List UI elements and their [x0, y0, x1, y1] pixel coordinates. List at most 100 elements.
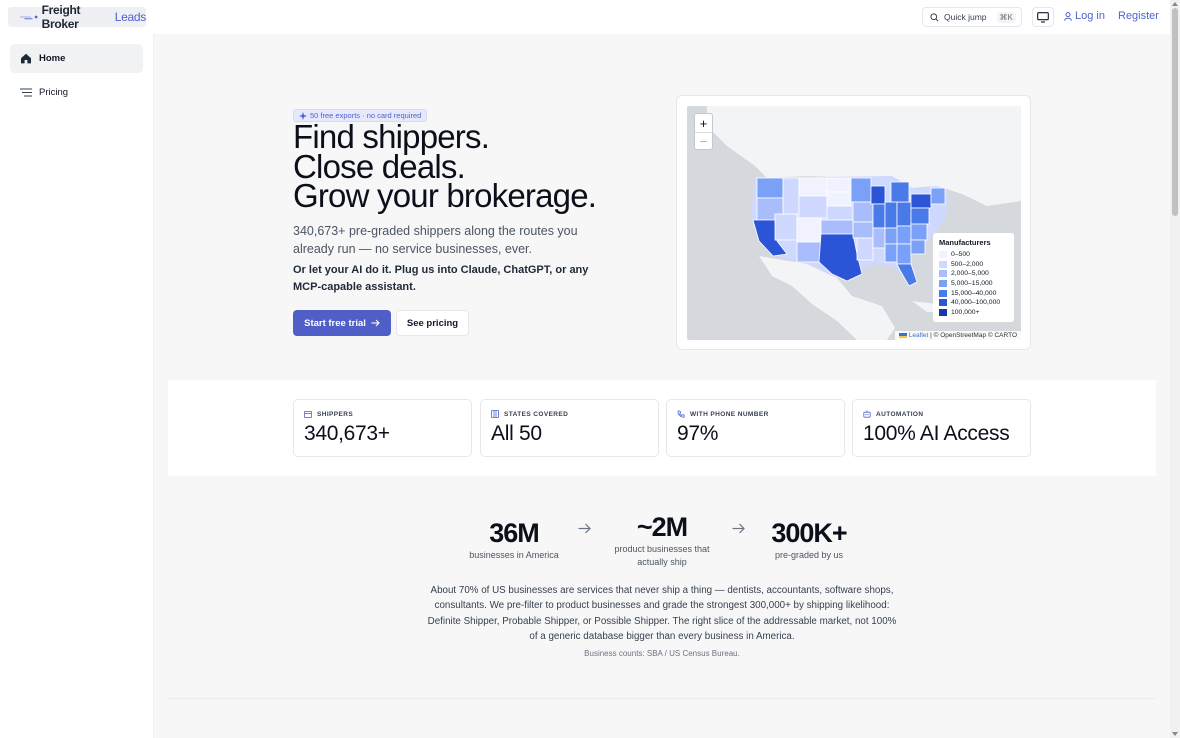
- scroll-thumb[interactable]: [1172, 8, 1178, 216]
- logo-text-main: Freight Broker: [41, 3, 81, 31]
- zoom-in-button[interactable]: +: [695, 114, 712, 132]
- legend-label: 40,000–100,000: [951, 299, 1001, 307]
- sidebar-item-label: Home: [39, 53, 66, 64]
- legend-label: 500–2,000: [951, 260, 984, 268]
- legend-label: 5,000–15,000: [951, 280, 993, 288]
- zoom-control: + −: [694, 113, 713, 150]
- flag-icon: [898, 332, 907, 338]
- legend-row: 100,000+: [939, 308, 1008, 318]
- legend-row: 15,000–40,000: [939, 288, 1008, 298]
- button-label: Start free trial: [304, 317, 366, 329]
- legend-label: 15,000–40,000: [951, 289, 997, 297]
- legend-swatch: [939, 260, 947, 268]
- legend-label: 0–500: [951, 251, 970, 259]
- stat-label-text: STATES COVERED: [504, 410, 569, 418]
- home-icon: [21, 53, 31, 64]
- legend-swatch: [939, 280, 947, 288]
- stat-value: 97%: [677, 422, 719, 445]
- stat-label: STATES COVERED: [491, 410, 648, 418]
- legend-row: 2,000–5,000: [939, 269, 1008, 279]
- see-pricing-button[interactable]: See pricing: [396, 310, 469, 336]
- funnel-value: 36M: [489, 518, 540, 548]
- top-bar: Freight Broker Leads Quick jump ⌘K Log i…: [0, 0, 1170, 34]
- hero-ai-line: Or let your AI do it. Plug us into Claud…: [293, 264, 589, 293]
- leaflet-link[interactable]: Leaflet: [909, 332, 929, 339]
- legend-swatch: [939, 270, 947, 278]
- stat-value: 100% AI Access: [863, 422, 1010, 445]
- stat-label: AUTOMATION: [863, 410, 1020, 418]
- section-divider: [168, 698, 1156, 699]
- sidebar-item-pricing[interactable]: Pricing: [10, 78, 143, 107]
- list-icon: [20, 88, 32, 97]
- map-card: + − Manufacturers 0–500 500–2,000 2,000–…: [676, 95, 1031, 350]
- funnel-caption: product businesses that actually ship: [614, 544, 710, 567]
- logo-text-accent: Leads: [114, 10, 147, 24]
- quick-jump-shortcut: ⌘K: [996, 11, 1016, 23]
- funnel-value: 300K+: [771, 518, 847, 548]
- stats-band: SHIPPERS 340,673+ STATES COVERED All 50 …: [168, 380, 1156, 476]
- legend-row: 0–500: [939, 250, 1008, 260]
- funnel-caption: pre-graded by us: [774, 550, 844, 560]
- hero-subtitle: 340,673+ pre-graded shippers along the r…: [293, 224, 578, 256]
- funnel-caption: businesses in America: [469, 550, 559, 560]
- sidebar: Home Pricing: [0, 34, 154, 738]
- search-icon: [930, 12, 939, 21]
- main-content: 50 free exports · no card required Find …: [154, 34, 1170, 738]
- user-icon: [1064, 11, 1072, 21]
- quick-jump-button[interactable]: Quick jump ⌘K: [922, 7, 1022, 27]
- scroll-down-arrow-icon[interactable]: [1172, 732, 1178, 736]
- monitor-icon: [1037, 11, 1049, 23]
- funnel-value: ~2M: [636, 512, 688, 542]
- stat-value: 340,673+: [304, 422, 390, 445]
- sidebar-item-label: Pricing: [39, 87, 69, 98]
- quick-jump-label: Quick jump: [944, 12, 987, 22]
- legend-swatch: [939, 251, 947, 259]
- legend-swatch: [939, 289, 947, 297]
- zoom-out-button[interactable]: −: [695, 132, 712, 150]
- data-source-note: Business counts: SBA / US Census Bureau.: [584, 649, 740, 658]
- arrow-right-icon: [578, 523, 591, 534]
- stat-card: WITH PHONE NUMBER 97%: [666, 399, 845, 457]
- legend-label: 2,000–5,000: [951, 270, 989, 278]
- truck-mark-icon: [20, 15, 38, 20]
- legend-swatch: [939, 299, 947, 307]
- page-scrollbar[interactable]: [1170, 0, 1180, 738]
- hero-title-line: Grow your brokerage.: [293, 177, 597, 214]
- stat-label-text: SHIPPERS: [317, 410, 354, 418]
- map-icon: [491, 410, 499, 418]
- stat-label-text: WITH PHONE NUMBER: [690, 410, 769, 418]
- login-link[interactable]: Log in: [1064, 10, 1105, 22]
- legend-swatch: [939, 308, 947, 316]
- map-attribution: Leaflet | © OpenStreetMap © CARTO: [894, 331, 1021, 340]
- legend-row: 5,000–15,000: [939, 279, 1008, 289]
- arrow-right-icon: [732, 523, 745, 534]
- legend-title: Manufacturers: [939, 238, 991, 247]
- building-icon: [304, 411, 312, 418]
- legend-label: 100,000+: [951, 308, 980, 316]
- stat-card: AUTOMATION 100% AI Access: [852, 399, 1031, 457]
- stat-card: STATES COVERED All 50: [480, 399, 659, 457]
- start-free-trial-button[interactable]: Start free trial: [293, 310, 391, 336]
- scroll-up-arrow-icon[interactable]: [1172, 2, 1178, 6]
- hero-title: Find shippers. Close deals. Grow your br…: [293, 120, 597, 214]
- stat-label-text: AUTOMATION: [876, 410, 924, 418]
- market-explanation: About 70% of US businesses are services …: [427, 585, 897, 642]
- logo[interactable]: Freight Broker Leads: [8, 3, 147, 31]
- sidebar-item-home[interactable]: Home: [10, 44, 143, 73]
- attribution-text: | © OpenStreetMap © CARTO: [928, 332, 1017, 339]
- phone-icon: [677, 410, 685, 418]
- stat-card: SHIPPERS 340,673+: [293, 399, 472, 457]
- legend-row: 40,000–100,000: [939, 298, 1008, 308]
- arrow-right-icon: [371, 319, 380, 327]
- robot-icon: [863, 410, 871, 418]
- stat-label: WITH PHONE NUMBER: [677, 410, 834, 418]
- button-label: See pricing: [406, 317, 459, 329]
- login-label: Log in: [1075, 10, 1105, 22]
- display-toggle-button[interactable]: [1032, 7, 1054, 27]
- choropleth-map[interactable]: + − Manufacturers 0–500 500–2,000 2,000–…: [687, 106, 1021, 340]
- map-legend: Manufacturers 0–500 500–2,000 2,000–5,00…: [933, 233, 1014, 322]
- stat-label: SHIPPERS: [304, 410, 461, 418]
- legend-row: 500–2,000: [939, 260, 1008, 270]
- stat-value: All 50: [491, 422, 542, 445]
- register-link[interactable]: Register: [1118, 10, 1159, 22]
